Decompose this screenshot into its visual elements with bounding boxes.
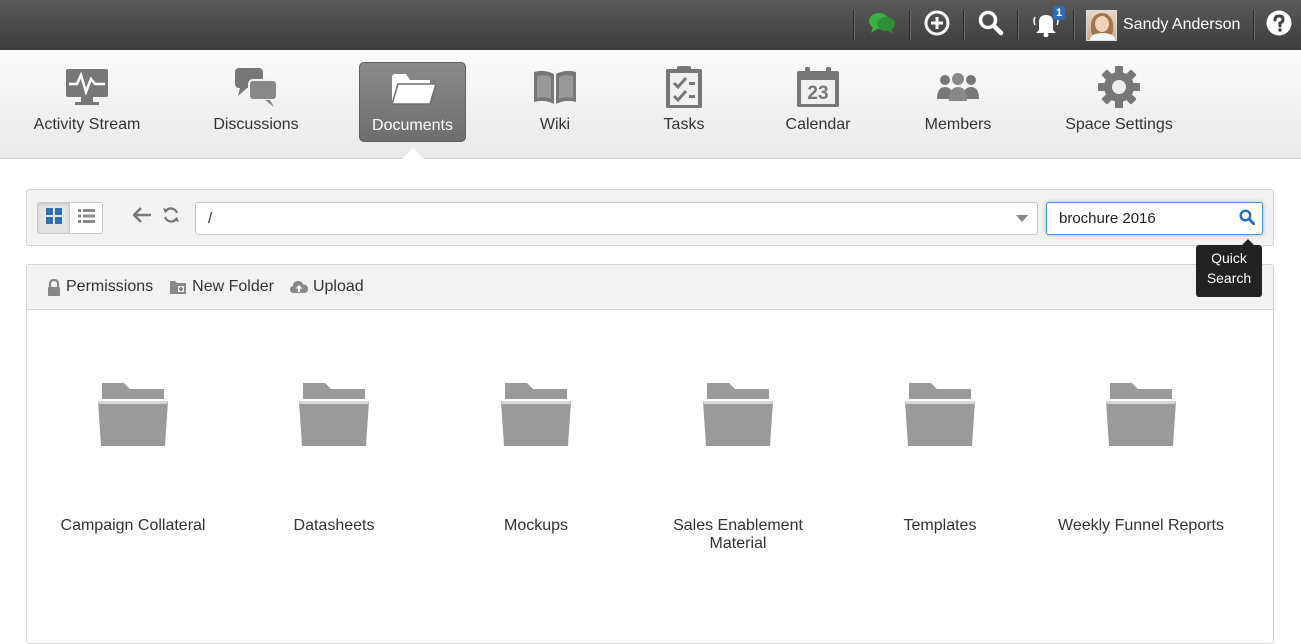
folder-icon	[501, 383, 571, 452]
activity-icon	[65, 62, 109, 112]
folder-item[interactable]: Datasheets	[239, 383, 429, 563]
permissions-button[interactable]: Permissions	[47, 278, 153, 296]
tab-label: Members	[924, 116, 992, 133]
top-bar: 1 Sandy Anderson	[0, 0, 1301, 50]
folder-name: Weekly Funnel Reports	[1058, 517, 1224, 534]
tab-activity-stream[interactable]: Activity Stream	[27, 62, 147, 142]
upload-label: Upload	[312, 278, 364, 295]
separator	[1253, 10, 1254, 40]
tasks-icon	[664, 62, 704, 112]
separator	[963, 10, 964, 40]
view-toggle	[37, 202, 103, 234]
notifications-button[interactable]: 1	[1026, 0, 1066, 50]
separator	[853, 10, 854, 40]
discussions-icon	[234, 62, 278, 112]
folder-name: Datasheets	[293, 517, 375, 534]
upload-button[interactable]: Upload	[289, 278, 364, 296]
help-button[interactable]	[1262, 0, 1296, 50]
separator	[1017, 10, 1018, 40]
tab-label: Calendar	[785, 116, 851, 133]
tab-space-settings[interactable]: Space Settings	[1058, 62, 1180, 142]
tab-label: Tasks	[663, 116, 705, 133]
tab-label: Wiki	[539, 116, 571, 133]
search-icon	[1239, 208, 1256, 230]
quick-search-tooltip: Quick Search	[1196, 239, 1262, 297]
folder-name: Sales Enablement Material	[673, 517, 803, 552]
tooltip-line: Quick	[1211, 250, 1247, 266]
active-tab-pointer	[402, 148, 424, 159]
folder-icon	[299, 383, 369, 452]
lock-icon	[47, 278, 61, 296]
search-icon	[978, 10, 1004, 41]
new-folder-icon	[169, 279, 187, 295]
cloud-upload-icon	[289, 280, 308, 294]
avatar	[1086, 9, 1117, 41]
global-search-button[interactable]	[972, 0, 1010, 50]
tab-discussions[interactable]: Discussions	[205, 62, 307, 142]
refresh-button[interactable]	[161, 206, 181, 228]
arrow-left-icon	[132, 206, 151, 228]
new-folder-button[interactable]: New Folder	[169, 278, 274, 296]
documents-panel: Permissions New Folder Upload Campaign C…	[26, 264, 1274, 644]
tooltip-line: Search	[1206, 270, 1252, 286]
list-view-button[interactable]	[70, 203, 102, 233]
chat-button[interactable]	[863, 0, 901, 50]
grid-view-button[interactable]	[38, 203, 71, 233]
plus-circle-icon	[924, 10, 950, 41]
grid-icon	[45, 207, 62, 229]
separator	[1073, 10, 1074, 40]
folder-item[interactable]: Templates	[845, 383, 1035, 563]
folder-name: Campaign Collateral	[60, 517, 206, 534]
gear-icon	[1097, 62, 1141, 112]
notification-count-badge: 1	[1053, 6, 1066, 20]
tab-label: Space Settings	[1065, 116, 1173, 133]
tab-documents[interactable]: Documents	[359, 62, 466, 142]
permissions-label: Permissions	[66, 278, 154, 295]
folder-icon	[98, 383, 168, 452]
folder-icon	[905, 383, 975, 452]
calendar-day-number: 23	[807, 83, 829, 104]
path-selector[interactable]: /	[195, 202, 1038, 235]
tab-tasks[interactable]: Tasks	[644, 62, 724, 142]
user-menu[interactable]: Sandy Anderson	[1086, 0, 1246, 50]
action-bar: Permissions New Folder Upload	[27, 265, 1273, 310]
folder-item[interactable]: Weekly Funnel Reports	[1046, 383, 1236, 563]
list-icon	[77, 208, 95, 228]
user-name: Sandy Anderson	[1123, 16, 1241, 33]
space-navigation: Activity Stream Discussions Documents Wi…	[0, 50, 1301, 159]
chevron-down-icon	[1016, 215, 1028, 222]
folder-name: Templates	[903, 517, 977, 534]
refresh-icon	[162, 206, 180, 229]
folder-name: Mockups	[503, 517, 569, 534]
help-icon	[1265, 9, 1293, 42]
calendar-icon: 23	[796, 62, 840, 112]
separator	[909, 10, 910, 40]
folder-item[interactable]: Sales Enablement Material	[643, 383, 833, 563]
tab-members[interactable]: Members	[913, 62, 1003, 142]
path-value: /	[208, 210, 213, 227]
chat-icon	[868, 11, 896, 40]
wiki-icon	[532, 62, 578, 112]
documents-toolbar: /	[26, 189, 1274, 246]
tab-label: Activity Stream	[33, 116, 141, 133]
folder-icon	[1106, 383, 1176, 452]
tab-label: Discussions	[213, 116, 299, 133]
new-folder-label: New Folder	[192, 278, 274, 295]
folder-item[interactable]: Mockups	[441, 383, 631, 563]
members-icon	[935, 62, 981, 112]
quick-search	[1046, 202, 1263, 235]
back-button[interactable]	[132, 206, 152, 228]
folder-item[interactable]: Campaign Collateral	[38, 383, 228, 563]
folder-icon	[703, 383, 773, 452]
add-button[interactable]	[918, 0, 956, 50]
documents-icon	[390, 63, 436, 113]
quick-search-input[interactable]	[1047, 203, 1227, 234]
tab-calendar[interactable]: 23 Calendar	[778, 62, 858, 142]
tab-label: Documents	[372, 117, 453, 134]
quick-search-button[interactable]	[1236, 208, 1258, 230]
tab-wiki[interactable]: Wiki	[515, 62, 595, 142]
